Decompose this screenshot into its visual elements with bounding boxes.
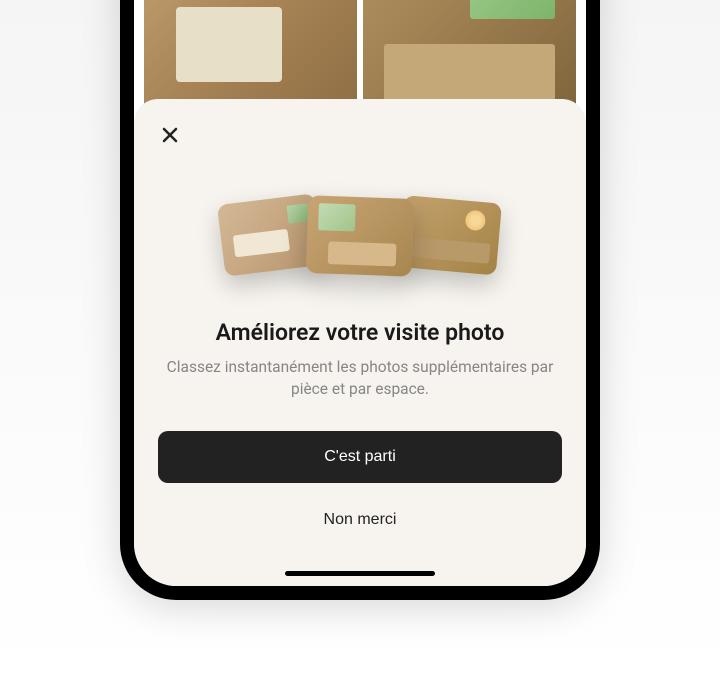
close-button[interactable] bbox=[158, 123, 182, 147]
hero-photo-collage bbox=[158, 181, 562, 291]
upgrade-photo-tour-modal: Améliorez votre visite photo Classez ins… bbox=[134, 99, 586, 586]
close-icon bbox=[162, 127, 178, 143]
phone-frame: Améliorez votre visite photo Classez ins… bbox=[120, 0, 600, 600]
modal-title: Améliorez votre visite photo bbox=[158, 319, 562, 346]
modal-subtitle: Classez instantanément les photos supplé… bbox=[158, 356, 562, 401]
hero-photo-kitchen bbox=[306, 195, 414, 276]
primary-cta-button[interactable]: C'est parti bbox=[158, 431, 562, 483]
phone-screen: Améliorez votre visite photo Classez ins… bbox=[134, 0, 586, 586]
secondary-dismiss-button[interactable]: Non merci bbox=[158, 499, 562, 541]
home-indicator[interactable] bbox=[285, 571, 435, 576]
